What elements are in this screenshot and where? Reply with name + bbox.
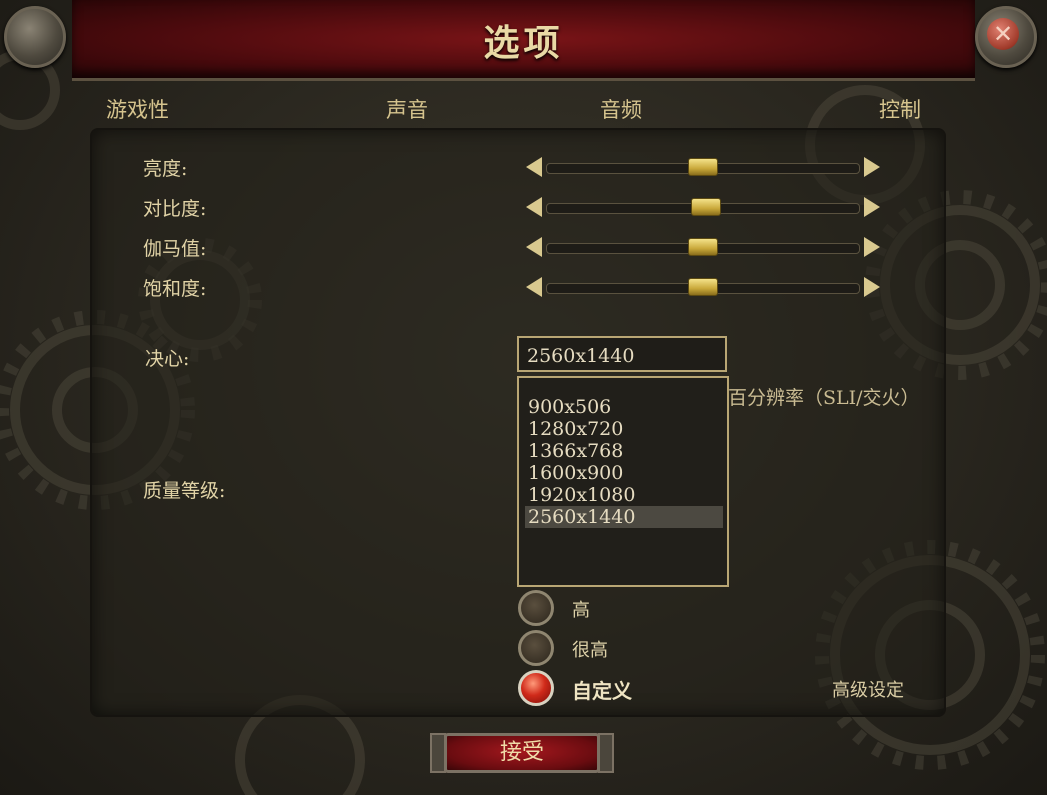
close-button[interactable]: ✕ — [975, 6, 1037, 68]
quality-custom-label[interactable]: 自定义 — [572, 675, 632, 704]
dropdown-option[interactable]: 900x506 — [525, 396, 723, 418]
brightness-label: 亮度: — [143, 158, 188, 180]
close-icon[interactable]: ✕ — [987, 18, 1019, 50]
dropdown-option[interactable]: 1280x720 — [525, 418, 723, 440]
arrow-right-icon[interactable] — [864, 277, 880, 297]
options-window: 选项 ✕ 游戏性 声音 音频 控制 亮度: 对比度: 伽马值: 饱和度: 决心:… — [0, 0, 1047, 795]
arrow-left-icon[interactable] — [526, 277, 542, 297]
contrast-slider[interactable] — [522, 195, 884, 219]
arrow-left-icon[interactable] — [526, 157, 542, 177]
contrast-label: 对比度: — [143, 198, 207, 220]
tab-gameplay[interactable]: 游戏性 — [106, 94, 169, 124]
dropdown-option-selected[interactable]: 2560x1440 — [525, 506, 723, 528]
advanced-settings-link[interactable]: 高级设定 — [832, 676, 904, 702]
saturation-label: 饱和度: — [143, 278, 207, 300]
arrow-right-icon[interactable] — [864, 197, 880, 217]
gamma-label: 伽马值: — [143, 238, 207, 260]
arrow-right-icon[interactable] — [864, 157, 880, 177]
slider-thumb[interactable] — [688, 278, 718, 296]
gamma-slider[interactable] — [522, 235, 884, 259]
arrow-left-icon[interactable] — [526, 237, 542, 257]
quality-custom-radio[interactable] — [518, 670, 554, 706]
slider-thumb[interactable] — [690, 198, 721, 216]
button-cap-right — [598, 733, 614, 773]
tab-controls[interactable]: 控制 — [879, 94, 921, 124]
brightness-slider[interactable] — [522, 155, 884, 179]
accept-button[interactable]: 接受 — [444, 733, 600, 773]
arrow-left-icon[interactable] — [526, 197, 542, 217]
window-title: 选项 — [483, 22, 564, 64]
dropdown-option[interactable]: 1366x768 — [525, 440, 723, 462]
resolution-label: 决心: — [145, 348, 190, 370]
sli-resolution-option-text: 百分辨率（SLI/交火） — [728, 387, 920, 409]
quality-very-high-radio[interactable] — [518, 630, 554, 666]
quality-very-high-label[interactable]: 很高 — [572, 636, 608, 662]
tab-audio[interactable]: 音频 — [600, 94, 642, 124]
resolution-dropdown-list[interactable]: 900x506 1280x720 1366x768 1600x900 1920x… — [517, 376, 729, 587]
resolution-select[interactable]: 2560x1440 — [517, 336, 727, 372]
slider-thumb[interactable] — [688, 158, 718, 176]
quality-label: 质量等级: — [143, 480, 226, 502]
quality-high-radio[interactable] — [518, 590, 554, 626]
dropdown-option[interactable]: 1920x1080 — [525, 484, 723, 506]
quality-high-label[interactable]: 高 — [572, 596, 590, 622]
arrow-right-icon[interactable] — [864, 237, 880, 257]
corner-bolt-icon — [4, 6, 66, 68]
title-bar: 选项 — [72, 0, 975, 81]
dropdown-option[interactable]: 1600x900 — [525, 462, 723, 484]
tab-sound[interactable]: 声音 — [386, 94, 428, 124]
slider-thumb[interactable] — [688, 238, 718, 256]
saturation-slider[interactable] — [522, 275, 884, 299]
